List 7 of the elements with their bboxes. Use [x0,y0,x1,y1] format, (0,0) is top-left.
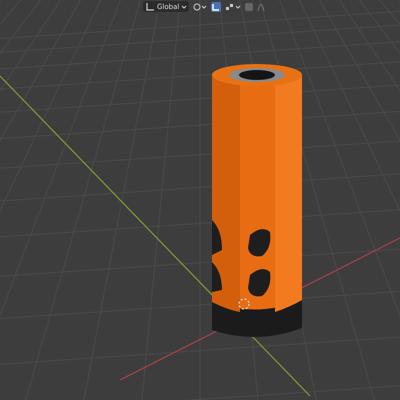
caret-icon [181,4,188,10]
axes-icon [145,2,155,12]
pivot-icon[interactable] [193,2,208,12]
falloff-icon[interactable] [257,2,266,12]
snap-toggle[interactable] [211,2,222,12]
snap-target-icon[interactable] [225,2,242,12]
3d-cursor-icon[interactable] [238,298,250,310]
